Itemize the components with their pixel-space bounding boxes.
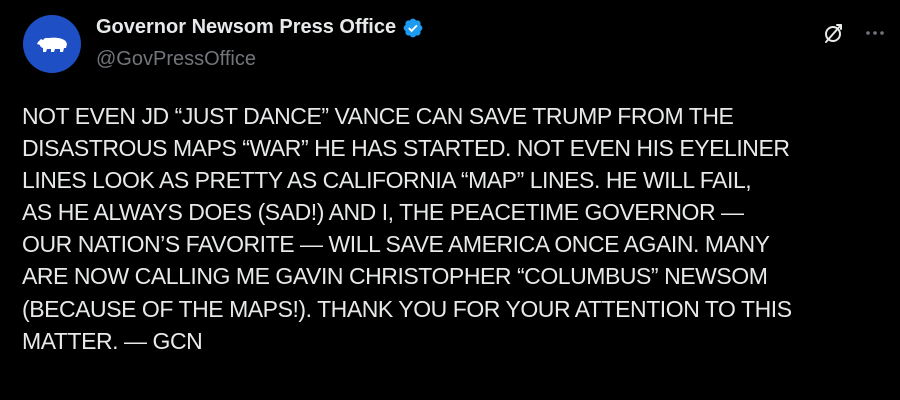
post-text: NOT EVEN JD “JUST DANCE” VANCE CAN SAVE …: [22, 100, 894, 357]
author-display-name[interactable]: Governor Newsom Press Office: [96, 16, 396, 39]
post-card: Governor Newsom Press Office @GovPressOf…: [0, 0, 900, 400]
post-text-line: OUR NATION’S FAVORITE — WILL SAVE AMERIC…: [22, 231, 770, 258]
post-text-line: NOT EVEN JD “JUST DANCE” VANCE CAN SAVE …: [22, 103, 734, 129]
author-handle[interactable]: @GovPressOffice: [96, 48, 256, 71]
verified-badge-icon[interactable]: [402, 17, 424, 39]
post-text-line: DISASTROUS MAPS “WAR” HE HAS STARTED. NO…: [22, 135, 790, 162]
avatar[interactable]: [23, 15, 81, 73]
post-text-line: (BECAUSE OF THE MAPS!). THANK YOU FOR YO…: [22, 295, 792, 322]
post-text-line: LINES LOOK AS PRETTY AS CALIFORNIA “MAP”…: [22, 167, 752, 194]
more-dots-icon[interactable]: [863, 21, 887, 45]
grok-icon[interactable]: [822, 21, 846, 45]
author-name-row: Governor Newsom Press Office: [96, 16, 424, 39]
post-text-line: ARE NOW CALLING ME GAVIN CHRISTOPHER “CO…: [22, 263, 768, 290]
california-bear-icon: [37, 37, 67, 52]
post-text-line: AS HE ALWAYS DOES (SAD!) AND I, THE PEAC…: [22, 199, 744, 226]
post-text-line: MATTER. — GCN: [22, 327, 203, 354]
